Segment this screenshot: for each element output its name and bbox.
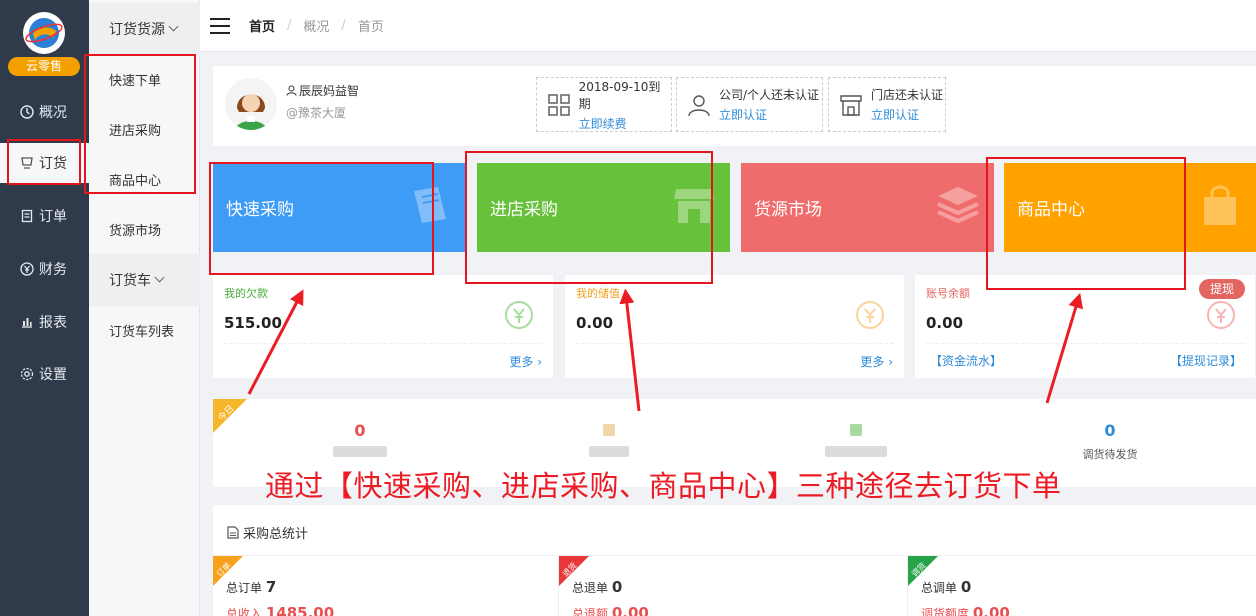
arrow-to-product-center [1045,292,1084,404]
annotation-caption: 通过【快速采购、进店采购、商品中心】三种途径去订货下单 [265,469,1062,503]
annotation-arrows [247,288,1084,412]
arrow-to-shop-purchase [619,288,641,412]
arrow-to-quick-purchase [247,289,304,395]
